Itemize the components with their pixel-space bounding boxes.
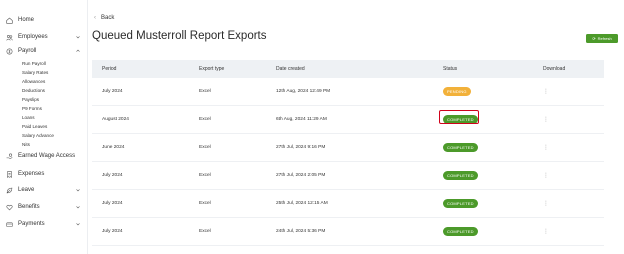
main-content: ‹ Back Queued Musterroll Report Exports … (88, 0, 624, 254)
receipt-icon (5, 170, 13, 178)
cell-period: July 2024 (102, 229, 123, 234)
chevron-left-icon: ‹ (94, 15, 96, 21)
sidebar-item-payroll[interactable]: Payroll (5, 45, 85, 57)
sidebar: Home Employees Payroll Run Payroll Salar… (0, 0, 88, 254)
leaf-icon (5, 186, 13, 194)
sidebar-item-label: Home (18, 17, 35, 23)
sidebar-item-benefits[interactable]: Benefits (5, 201, 85, 213)
table-header: Period Export type Date created Status D… (92, 60, 604, 78)
column-header-export-type: Export type (199, 66, 225, 72)
sidebar-item-label: Expenses (18, 171, 45, 177)
highlight-box (439, 110, 479, 125)
cell-period: June 2024 (102, 145, 125, 150)
sidebar-subitem-salary-rates[interactable]: Salary Rates (22, 69, 48, 76)
cell-export-type: Excel (199, 117, 211, 122)
sidebar-item-employees[interactable]: Employees (5, 31, 85, 43)
cell-period: July 2024 (102, 89, 123, 94)
column-header-status: Status (443, 66, 458, 72)
cell-export-type: Excel (199, 229, 211, 234)
cell-period: July 2024 (102, 201, 123, 206)
status-badge: COMPLETED (443, 227, 478, 236)
card-icon (5, 220, 13, 228)
more-vertical-icon[interactable]: ⋮ (543, 172, 549, 179)
table-row: July 2024 Excel 25th Jul, 2024 12:15 AM … (92, 190, 604, 218)
column-header-period: Period (102, 66, 117, 72)
sidebar-item-earned-wage-access[interactable]: Earned Wage Access (5, 150, 85, 162)
chevron-down-icon (76, 223, 80, 226)
cell-date-created: 27th Jul, 2024 2:05 PM (276, 173, 326, 178)
cell-export-type: Excel (199, 173, 211, 178)
cell-date-created: 24th Jul, 2024 5:36 PM (276, 229, 326, 234)
home-icon (5, 16, 13, 24)
sidebar-subitem-loans[interactable]: Loans (22, 114, 35, 121)
sidebar-subitem-run-payroll[interactable]: Run Payroll (22, 60, 46, 67)
sidebar-item-label: Payments (18, 221, 45, 227)
chevron-down-icon (76, 36, 80, 39)
hand-coins-icon (5, 152, 13, 160)
sidebar-item-home[interactable]: Home (5, 14, 85, 26)
more-vertical-icon[interactable]: ⋮ (543, 88, 549, 95)
chevron-up-icon (76, 49, 80, 52)
cell-date-created: 6th Aug, 2024 11:29 AM (276, 117, 327, 122)
sidebar-item-payments[interactable]: Payments (5, 218, 85, 230)
table-row: June 2024 Excel 27th Jul, 2024 9:16 PM C… (92, 134, 604, 162)
sidebar-subitem-nits[interactable]: Nits (22, 141, 30, 148)
cell-date-created: 27th Jul, 2024 9:16 PM (276, 145, 326, 150)
sidebar-subitem-salary-advance[interactable]: Salary Advance (22, 132, 54, 139)
heart-icon (5, 203, 13, 211)
status-badge: PENDING (443, 87, 471, 96)
status-badge: COMPLETED (443, 199, 478, 208)
cell-period: July 2024 (102, 173, 123, 178)
sidebar-item-expenses[interactable]: Expenses (5, 168, 85, 180)
refresh-icon: ⟳ (592, 36, 596, 41)
more-vertical-icon[interactable]: ⋮ (543, 116, 549, 123)
sidebar-item-label: Leave (18, 187, 35, 193)
more-vertical-icon[interactable]: ⋮ (543, 228, 549, 235)
sidebar-item-label: Earned Wage Access (18, 153, 76, 159)
sidebar-item-label: Benefits (18, 204, 40, 210)
back-link[interactable]: ‹ Back (94, 15, 114, 21)
more-vertical-icon[interactable]: ⋮ (543, 200, 549, 207)
sidebar-item-leave[interactable]: Leave (5, 184, 85, 196)
table-row: July 2024 Excel 12th Aug, 2024 12:49 PM … (92, 78, 604, 106)
money-icon (5, 47, 13, 55)
table-row: July 2024 Excel 24th Jul, 2024 5:36 PM C… (92, 218, 604, 246)
refresh-label: Refresh (597, 36, 612, 41)
sidebar-item-label: Payroll (18, 48, 37, 54)
chevron-down-icon (76, 189, 80, 192)
sidebar-subitem-paid-leaves[interactable]: Paid Leaves (22, 123, 47, 130)
sidebar-subitem-payslips[interactable]: Payslips (22, 96, 39, 103)
sidebar-subitem-p9-forms[interactable]: P9 Forms (22, 105, 42, 112)
more-vertical-icon[interactable]: ⋮ (543, 144, 549, 151)
cell-export-type: Excel (199, 89, 211, 94)
sidebar-item-label: Employees (18, 34, 48, 40)
cell-date-created: 12th Aug, 2024 12:49 PM (276, 89, 331, 94)
users-icon (5, 33, 13, 41)
exports-table: Period Export type Date created Status D… (92, 60, 604, 246)
status-badge: COMPLETED (443, 143, 478, 152)
page-title: Queued Musterroll Report Exports (92, 30, 267, 42)
status-badge: COMPLETED (443, 171, 478, 180)
column-header-date-created: Date created (276, 66, 305, 72)
back-label: Back (101, 15, 115, 21)
sidebar-subitem-deductions[interactable]: Deductions (22, 87, 45, 94)
table-row: July 2024 Excel 27th Jul, 2024 2:05 PM C… (92, 162, 604, 190)
sidebar-subitem-allowances[interactable]: Allowances (22, 78, 45, 85)
refresh-button[interactable]: ⟳ Refresh (586, 34, 618, 43)
cell-period: August 2024 (102, 117, 129, 122)
column-header-download: Download (543, 66, 566, 72)
cell-date-created: 25th Jul, 2024 12:15 AM (276, 201, 328, 206)
cell-export-type: Excel (199, 201, 211, 206)
chevron-down-icon (76, 206, 80, 209)
table-row: August 2024 Excel 6th Aug, 2024 11:29 AM… (92, 106, 604, 134)
cell-export-type: Excel (199, 145, 211, 150)
